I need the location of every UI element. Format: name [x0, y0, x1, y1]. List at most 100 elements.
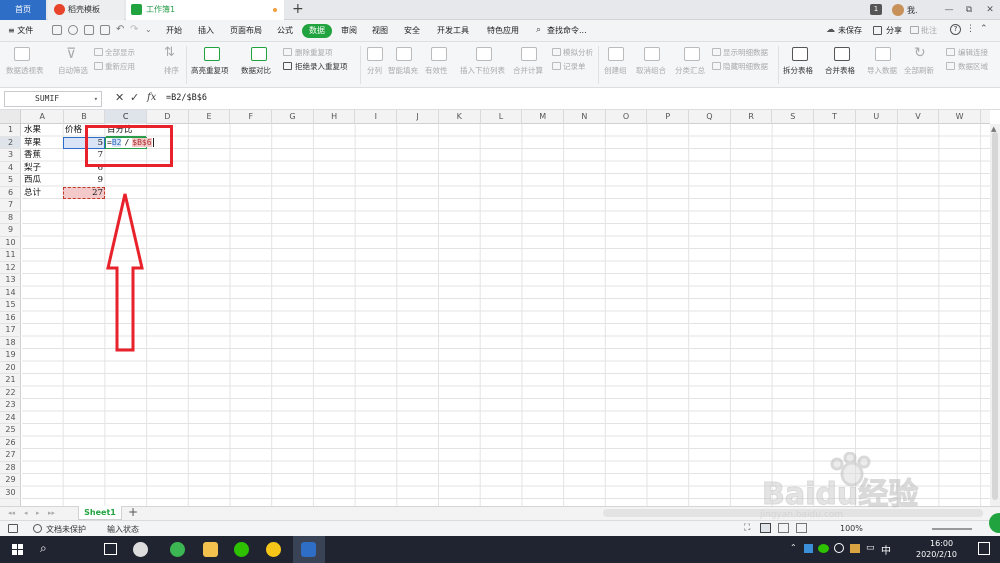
fit-view-icon[interactable]: ⛶	[744, 523, 750, 533]
column-header[interactable]: Q	[689, 110, 731, 124]
tab-workbook[interactable]: 工作簿1	[126, 0, 284, 20]
row-header[interactable]: 3	[0, 149, 21, 162]
notification-icon[interactable]	[978, 542, 990, 555]
row-header[interactable]: 27	[0, 449, 21, 462]
tab-count-badge[interactable]: 1	[870, 4, 882, 15]
cell-b6[interactable]: 27	[63, 187, 103, 199]
tab-template[interactable]: 稻壳模板	[48, 0, 124, 20]
auto-filter-button[interactable]: 自动筛选	[58, 65, 88, 76]
refresh-all-button[interactable]: 全部刷新	[904, 65, 934, 76]
file-explorer-icon[interactable]	[203, 542, 218, 557]
column-header[interactable]: A	[22, 110, 64, 124]
row-header[interactable]: 7	[0, 199, 21, 212]
column-header[interactable]: S	[773, 110, 815, 124]
redo-icon[interactable]: ↷	[130, 24, 138, 35]
column-header[interactable]: L	[481, 110, 523, 124]
column-header[interactable]: H	[314, 110, 356, 124]
column-header[interactable]: F	[231, 110, 272, 124]
row-header[interactable]: 13	[0, 274, 21, 287]
chrome-icon[interactable]	[266, 542, 281, 557]
spreadsheet-grid[interactable]: 水果 价格 百分比 苹果 5 =B2/$B$6 香蕉 7 梨子 6 西瓜 9 总…	[22, 124, 990, 506]
tray-sync-icon[interactable]	[834, 543, 844, 553]
simulate-analysis-button[interactable]: 模拟分析	[563, 47, 593, 58]
column-header[interactable]: N	[564, 110, 606, 124]
row-header[interactable]: 19	[0, 349, 21, 362]
row-header[interactable]: 11	[0, 249, 21, 262]
tab-home[interactable]: 首页	[0, 0, 46, 20]
cell-a1[interactable]: 水果	[24, 124, 41, 136]
cell-a3[interactable]: 香蕉	[24, 149, 41, 161]
wps-icon[interactable]	[301, 542, 316, 557]
merge-table-button[interactable]: 合并表格	[825, 65, 855, 76]
protect-status[interactable]: 文档未保护	[46, 524, 86, 535]
record-sheet-button[interactable]: 记录单	[563, 61, 586, 72]
print-icon[interactable]	[84, 25, 94, 35]
menu-insert[interactable]: 插入	[198, 24, 214, 38]
task-view-icon[interactable]	[104, 543, 117, 555]
clock-time[interactable]: 16:00	[930, 539, 953, 548]
column-header[interactable]: D	[147, 110, 189, 124]
insert-function-button[interactable]: fx	[147, 92, 156, 103]
name-box[interactable]: SUMIF ▾	[4, 91, 102, 107]
column-header[interactable]: G	[272, 110, 314, 124]
highlight-duplicates-button[interactable]: 高亮重复项	[191, 65, 229, 76]
clock-date[interactable]: 2020/2/10	[916, 550, 957, 559]
windows-start-icon[interactable]	[12, 544, 17, 549]
row-header[interactable]: 16	[0, 312, 21, 324]
page-break-view-icon[interactable]	[778, 523, 789, 533]
row-header[interactable]: 22	[0, 387, 21, 399]
insert-dropdown-button[interactable]: 插入下拉列表	[460, 65, 505, 76]
row-header[interactable]: 26	[0, 437, 21, 449]
row-header[interactable]: 1	[0, 124, 21, 137]
cell-a6[interactable]: 总计	[24, 187, 41, 199]
row-header[interactable]: 6	[0, 187, 21, 199]
command-search[interactable]: 查找命令...	[547, 24, 587, 38]
menu-view[interactable]: 视图	[372, 24, 388, 38]
cancel-formula-button[interactable]: ✕	[115, 91, 124, 104]
cell-a5[interactable]: 西瓜	[24, 174, 41, 186]
select-all-corner[interactable]	[0, 110, 21, 124]
sort-button[interactable]: 排序	[164, 65, 179, 76]
column-header[interactable]: W	[939, 110, 981, 124]
column-header[interactable]: T	[814, 110, 856, 124]
row-header[interactable]: 29	[0, 474, 21, 487]
page-layout-view-icon[interactable]	[796, 523, 807, 533]
row-header[interactable]: 18	[0, 337, 21, 349]
row-header[interactable]: 28	[0, 462, 21, 474]
pivot-table-button[interactable]: 数据透视表	[6, 65, 44, 76]
smart-fill-button[interactable]: 智能填充	[388, 65, 418, 76]
consolidate-button[interactable]: 合并计算	[513, 65, 543, 76]
row-header[interactable]: 20	[0, 362, 21, 374]
column-header[interactable]: U	[856, 110, 898, 124]
column-header[interactable]: I	[356, 110, 398, 124]
vertical-scroll-thumb[interactable]	[992, 132, 998, 500]
hide-detail-button[interactable]: 隐藏明细数据	[723, 61, 768, 72]
column-header[interactable]: C	[105, 110, 147, 124]
column-header[interactable]: P	[648, 110, 689, 124]
row-header[interactable]: 23	[0, 399, 21, 412]
tray-wechat-icon[interactable]	[818, 544, 829, 553]
prev-sheet-icon[interactable]: ◂	[24, 509, 28, 517]
show-all-button[interactable]: 全部显示	[105, 47, 135, 58]
comment-button[interactable]: 批注	[921, 24, 937, 38]
row-header[interactable]: 12	[0, 262, 21, 274]
import-data-button[interactable]: 导入数据	[867, 65, 897, 76]
menu-special-apps[interactable]: 特色应用	[487, 24, 519, 38]
row-header[interactable]: 9	[0, 224, 21, 237]
menu-security[interactable]: 安全	[404, 24, 420, 38]
row-header[interactable]: 15	[0, 299, 21, 312]
validity-button[interactable]: 有效性	[425, 65, 448, 76]
row-header[interactable]: 17	[0, 324, 21, 337]
data-area-button[interactable]: 数据区域	[958, 61, 988, 72]
column-header[interactable]: E	[189, 110, 231, 124]
collapse-ribbon-icon[interactable]: ⌃	[980, 24, 988, 34]
avatar[interactable]	[892, 4, 904, 16]
cell-b5[interactable]: 9	[63, 174, 103, 186]
column-header[interactable]: V	[898, 110, 940, 124]
formula-input[interactable]: =B2/$B$6	[166, 93, 207, 103]
minimize-button[interactable]: —	[942, 3, 956, 17]
help-icon[interactable]: ?	[950, 24, 961, 35]
column-header[interactable]: M	[522, 110, 564, 124]
reapply-button[interactable]: 重新应用	[105, 61, 135, 72]
menu-start[interactable]: 开始	[166, 24, 182, 38]
